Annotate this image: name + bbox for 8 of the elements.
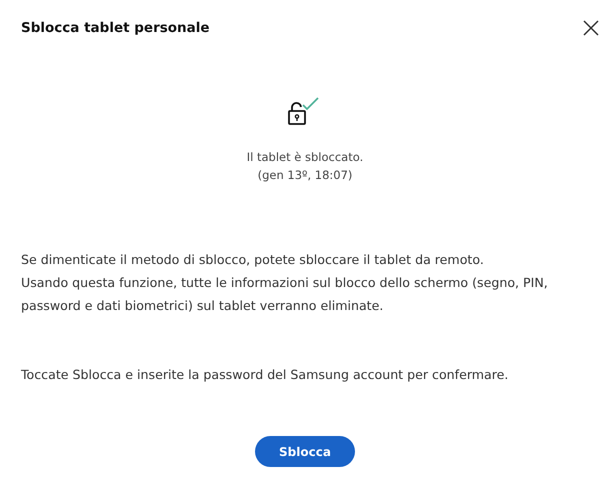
description-text: Se dimenticate il metodo di sblocco, potete sbloccare il tablet da remoto.: [21, 251, 485, 269]
status-text: (gen 13º, 18:07): [258, 167, 352, 184]
status-text: Il tablet è sbloccato.: [246, 149, 364, 166]
unlock-button[interactable]: Sblocca: [255, 436, 355, 467]
close-button[interactable]: [581, 18, 601, 38]
instruction-text: Toccate Sblocca e inserite la password del Samsung account per confermare.: [21, 366, 510, 384]
dialog-title: Sblocca tablet personale: [21, 20, 210, 36]
description-text: Usando questa funzione, tutte le informazioni sul blocco dello schermo (segno, PIN, password e dati biometrici) sul tablet verranno eliminate.: [21, 274, 549, 315]
